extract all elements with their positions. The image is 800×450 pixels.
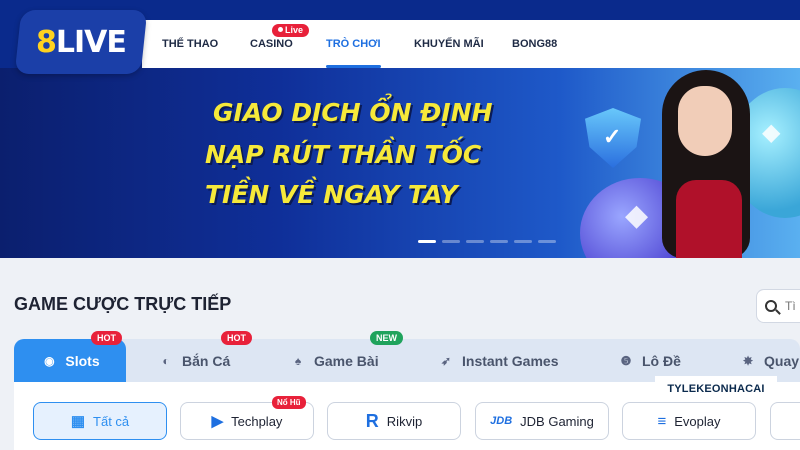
tab-label: Instant Games (462, 352, 559, 369)
tab-label: Lô Đề (642, 352, 681, 369)
ethereum-icon: ◆ (762, 119, 781, 146)
grid-icon: ▦ (70, 413, 86, 430)
site-logo[interactable]: 8LIVE (14, 10, 148, 74)
slots-icon: ◉ (44, 353, 55, 368)
provider-label: Tất cả (93, 413, 130, 429)
provider-label: Rikvip (386, 413, 423, 429)
tab-slots[interactable]: ◉ Slots (14, 339, 126, 382)
tab-ban-ca[interactable]: ◐ Bắn Cá (157, 339, 230, 382)
provider-rikvip[interactable]: R Rikvip (327, 402, 461, 440)
watermark: TYLEKEONHACAI (655, 376, 777, 402)
nav-item-label: TRÒ CHƠI (326, 38, 381, 50)
techplay-icon: ▶ (211, 413, 224, 430)
carousel-dot[interactable] (514, 240, 532, 243)
promo-banner[interactable]: GIAO DỊCH ỔN ĐỊNH NẠP RÚT THẦN TỐC TIỀN … (0, 68, 800, 258)
banner-headline-3: TIỀN VỀ NGAY TAY (205, 180, 458, 209)
search-icon (765, 300, 777, 312)
tab-label: Quay (764, 352, 800, 369)
rikvip-icon: R (365, 410, 379, 431)
nav-item-tro-choi[interactable]: TRÒ CHƠI (326, 20, 381, 68)
new-badge: NEW (370, 331, 403, 345)
tab-instant-games[interactable]: ➶ Instant Games (437, 339, 559, 382)
hot-badge: HOT (91, 331, 122, 345)
main-nav: THỂ THAO CASINO TRÒ CHƠI KHUYẾN MÃI BONG… (142, 20, 800, 68)
carousel-dots (418, 240, 556, 243)
live-dot-icon (278, 27, 283, 32)
tab-label: Bắn Cá (182, 352, 231, 369)
nav-item-the-thao[interactable]: THỂ THAO (162, 20, 218, 68)
carousel-dot[interactable] (466, 240, 484, 243)
checkmark-icon: ✓ (603, 124, 622, 149)
provider-label: Evoplay (674, 413, 721, 429)
provider-jdb-gaming[interactable]: JDB JDB Gaming (475, 402, 609, 440)
carousel-dot[interactable] (538, 240, 556, 243)
provider-more[interactable] (770, 402, 800, 440)
fish-icon: ◐ (162, 353, 170, 368)
provider-tat-ca[interactable]: ▦ Tất cả (33, 402, 167, 440)
nav-item-khuyen-mai[interactable]: KHUYẾN MÃI (414, 20, 484, 68)
logo-mark: 8 (36, 24, 56, 60)
banner-model-image (650, 68, 760, 258)
nav-item-bong88[interactable]: BONG88 (512, 20, 557, 68)
rocket-icon: ➶ (440, 353, 452, 368)
lottery-icon: ❺ (620, 353, 632, 368)
evoplay-icon: ≡ (657, 412, 667, 430)
ethereum-icon: ◆ (625, 199, 649, 232)
banner-headline-1: GIAO DỊCH ỔN ĐỊNH (213, 98, 493, 127)
search-input[interactable]: Tì (756, 289, 800, 323)
tab-label: Slots (65, 352, 100, 369)
provider-label: JDB Gaming (520, 413, 594, 429)
tab-game-bai[interactable]: ♠ Game Bài (289, 339, 379, 382)
live-badge: Live (272, 24, 310, 37)
carousel-dot[interactable] (490, 240, 508, 243)
cards-icon: ♠ (294, 353, 302, 368)
section-title: GAME CƯỢC TRỰC TIẾP (14, 294, 232, 314)
hot-badge: HOT (221, 331, 252, 345)
carousel-dot[interactable] (442, 240, 460, 243)
jdb-icon: JDB (490, 415, 513, 427)
wheel-icon: ✸ (742, 353, 754, 368)
banner-headline-2: NẠP RÚT THẦN TỐC (205, 140, 482, 169)
tab-label: Game Bài (314, 352, 379, 369)
no-hu-badge: Nổ Hũ (272, 396, 306, 409)
logo-wordmark: LIVE (55, 24, 126, 60)
search-placeholder: Tì (785, 299, 796, 313)
carousel-dot[interactable] (418, 240, 436, 243)
provider-evoplay[interactable]: ≡ Evoplay (622, 402, 756, 440)
provider-label: Techplay (231, 413, 283, 429)
